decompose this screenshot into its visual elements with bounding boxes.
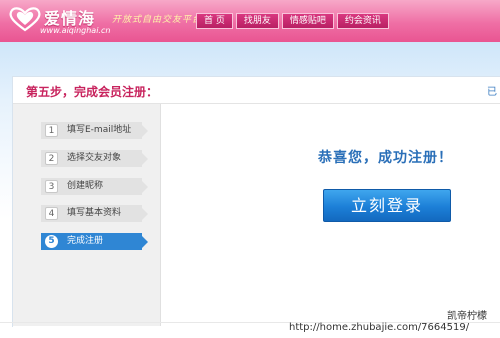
step-item-2: 2 选择交友对象 xyxy=(41,150,148,167)
site-logo[interactable]: 爱情海 www.aiqinghai.cn xyxy=(6,2,116,40)
step-item-5-active: 5 完成注册 xyxy=(41,233,148,250)
heart-logo-icon xyxy=(9,7,41,32)
watermark-url: http://home.zhubajie.com/7664519/ xyxy=(289,322,470,333)
step-label: 填写基本资料 xyxy=(67,208,122,218)
nav-home[interactable]: 首 页 xyxy=(196,13,233,29)
step-item-4: 4 填写基本资料 xyxy=(41,205,148,222)
step-number: 5 xyxy=(45,235,58,248)
site-slogan: 开放式自由交友平台 xyxy=(112,15,203,25)
page-title: 第五步，完成会员注册： xyxy=(26,85,159,99)
logo-url: www.aiqinghai.cn xyxy=(40,26,111,35)
login-now-button[interactable]: 立刻登录 xyxy=(323,189,451,222)
step-number: 1 xyxy=(45,124,58,137)
step-label: 选择交友对象 xyxy=(67,153,122,163)
step-number: 3 xyxy=(45,180,58,193)
step-label: 填写E-mail地址 xyxy=(67,125,132,135)
success-message: 恭喜您，成功注册！ xyxy=(318,150,453,166)
step-number: 4 xyxy=(45,207,58,220)
step-item-1: 1 填写E-mail地址 xyxy=(41,122,148,139)
nav-dating-news[interactable]: 约会资讯 xyxy=(336,13,389,29)
nav-find-friends[interactable]: 找朋友 xyxy=(235,13,279,29)
step-label: 创建昵称 xyxy=(67,181,104,191)
site-header: 爱情海 www.aiqinghai.cn 开放式自由交友平台 首 页 找朋友 情… xyxy=(0,0,500,42)
step-number: 2 xyxy=(45,152,58,165)
main-nav: 首 页 找朋友 情感贴吧 约会资讯 xyxy=(196,13,389,29)
top-right-link[interactable]: 已 xyxy=(487,83,497,98)
watermark-name: 凯帝柠檬 xyxy=(447,311,487,322)
step-label: 完成注册 xyxy=(67,236,104,246)
nav-forum[interactable]: 情感贴吧 xyxy=(281,13,334,29)
step-item-3: 3 创建昵称 xyxy=(41,178,148,195)
